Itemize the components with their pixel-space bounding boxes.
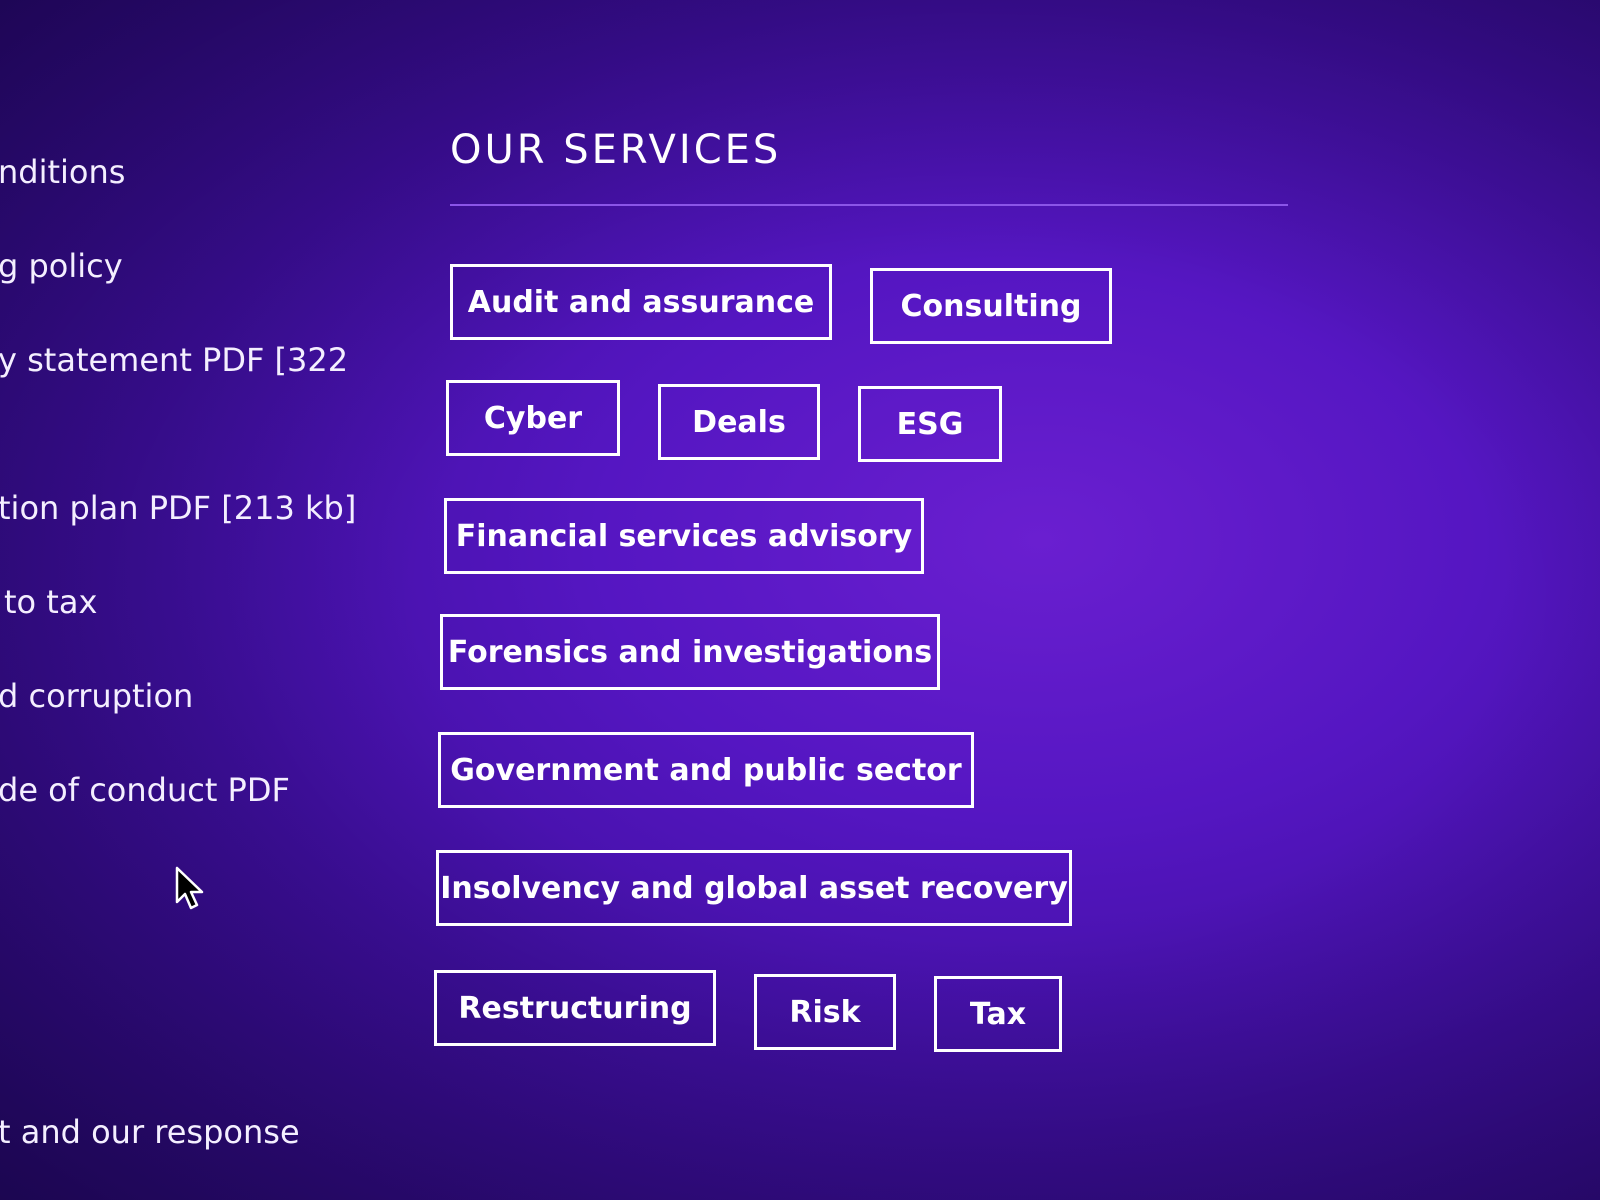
service-consulting-button[interactable]: Consulting: [870, 268, 1112, 344]
services-divider: [450, 204, 1288, 206]
footer-links-column: nditions g policy y statement PDF [322 t…: [0, 0, 380, 1200]
code-of-conduct-pdf-link[interactable]: de of conduct PDF: [0, 770, 290, 810]
service-deals-button[interactable]: Deals: [658, 384, 820, 460]
terms-and-conditions-link[interactable]: nditions: [0, 152, 125, 192]
service-government-and-public-sector-button[interactable]: Government and public sector: [438, 732, 974, 808]
service-forensics-and-investigations-button[interactable]: Forensics and investigations: [440, 614, 940, 690]
service-esg-button[interactable]: ESG: [858, 386, 1002, 462]
service-restructuring-button[interactable]: Restructuring: [434, 970, 716, 1046]
statement-pdf-link[interactable]: y statement PDF [322: [0, 340, 348, 380]
our-services-section: OUR SERVICES Audit and assurance Consult…: [434, 120, 1310, 1052]
service-risk-button[interactable]: Risk: [754, 974, 896, 1050]
mouse-pointer-icon: [174, 866, 208, 912]
action-plan-pdf-link[interactable]: tion plan PDF [213 kb]: [0, 488, 356, 528]
service-tax-button[interactable]: Tax: [934, 976, 1062, 1052]
service-insolvency-and-global-asset-recovery-button[interactable]: Insolvency and global asset recovery: [436, 850, 1072, 926]
service-audit-and-assurance-button[interactable]: Audit and assurance: [450, 264, 832, 340]
service-cyber-button[interactable]: Cyber: [446, 380, 620, 456]
service-financial-services-advisory-button[interactable]: Financial services advisory: [444, 498, 924, 574]
services-heading: OUR SERVICES: [450, 127, 782, 173]
our-response-link[interactable]: t and our response: [0, 1112, 300, 1152]
policy-link[interactable]: g policy: [0, 246, 123, 286]
approach-to-tax-link[interactable]: to tax: [4, 582, 97, 622]
bribery-and-corruption-link[interactable]: d corruption: [0, 676, 193, 716]
